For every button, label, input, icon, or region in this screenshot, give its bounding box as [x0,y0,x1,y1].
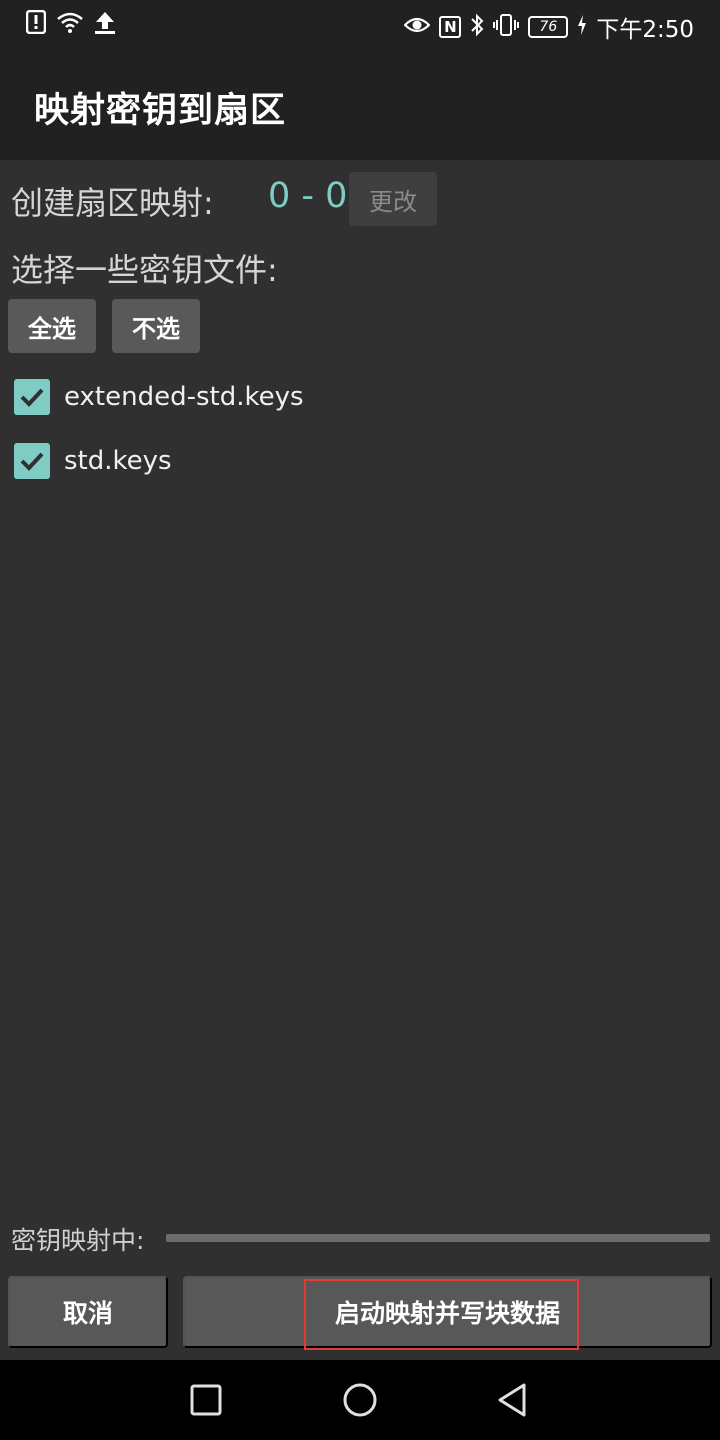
alert-icon [25,9,47,38]
navigation-bar [0,1360,720,1440]
wifi-icon [56,10,84,38]
recent-apps-icon[interactable] [190,1384,222,1420]
progress-label: 密钥映射中: [11,1226,145,1255]
home-icon[interactable] [342,1382,378,1422]
status-bar: N 76 下午2:50 [0,0,720,48]
key-file-name: extended-std.keys [64,382,304,412]
progress-bar [166,1234,710,1242]
page-title: 映射密钥到扇区 [34,91,287,131]
bluetooth-icon [470,13,484,41]
sector-range-value: 0 - 0 [268,176,348,216]
change-button[interactable]: 更改 [349,172,437,226]
sector-map-label: 创建扇区映射: [11,184,214,222]
vibrate-icon [493,13,520,41]
eye-icon [403,15,431,39]
app-bar: 映射密钥到扇区 [0,48,720,160]
cancel-button[interactable]: 取消 [8,1276,168,1348]
key-files-label: 选择一些密钥文件: [11,251,278,289]
nfc-icon: N [439,16,462,38]
status-left-icons [25,9,116,38]
upload-icon [94,10,116,38]
status-time: 下午2:50 [596,17,694,43]
select-all-button[interactable]: 全选 [8,299,96,353]
battery-icon: 76 [528,16,569,38]
start-mapping-button[interactable]: 启动映射并写块数据 [183,1276,712,1348]
key-file-item[interactable]: std.keys [14,443,172,479]
select-none-button[interactable]: 不选 [112,299,200,353]
checkbox-checked-icon[interactable] [14,379,50,415]
back-icon[interactable] [496,1382,528,1422]
key-file-name: std.keys [64,446,172,476]
key-file-item[interactable]: extended-std.keys [14,379,304,415]
charging-icon [577,14,587,40]
status-right-icons: N 76 下午2:50 [403,10,694,44]
checkbox-checked-icon[interactable] [14,443,50,479]
